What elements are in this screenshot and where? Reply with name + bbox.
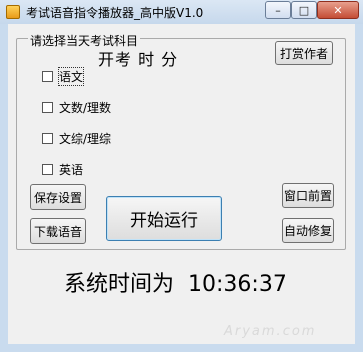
- start-button[interactable]: 开始运行: [106, 196, 222, 241]
- checkbox-label: 文数/理数: [59, 101, 112, 115]
- close-button[interactable]: ✕: [317, 1, 359, 19]
- donate-button[interactable]: 打赏作者: [275, 41, 333, 65]
- exam-time-label: 开考 时 分: [98, 50, 179, 69]
- app-icon: [6, 5, 20, 19]
- checkbox-label: 语文: [57, 67, 85, 86]
- checkbox-label: 英语: [59, 163, 84, 177]
- save-settings-button[interactable]: 保存设置: [30, 184, 86, 210]
- watermark: Aryam.com: [224, 324, 317, 339]
- checkbox-box[interactable]: [42, 164, 53, 175]
- maximize-button[interactable]: □: [291, 1, 317, 19]
- system-time-label: 系统时间为: [64, 272, 175, 297]
- subject-checkbox-math[interactable]: 文数/理数: [42, 99, 111, 116]
- window-title: 考试语音指令播放器_高中版V1.0: [26, 6, 204, 20]
- checkbox-box[interactable]: [42, 102, 53, 113]
- title-bar[interactable]: 考试语音指令播放器_高中版V1.0 – □ ✕: [0, 0, 363, 24]
- auto-repair-button[interactable]: 自动修复: [282, 218, 334, 243]
- download-audio-button[interactable]: 下载语音: [30, 218, 86, 244]
- checkbox-box[interactable]: [42, 71, 53, 82]
- system-time-display: 系统时间为 10:36:37: [64, 266, 287, 298]
- subject-checkbox-chinese[interactable]: 语文: [42, 67, 85, 86]
- subject-checkbox-comprehensive[interactable]: 文综/理综: [42, 130, 111, 147]
- system-time-value: 10:36:37: [188, 272, 287, 297]
- subject-checkbox-english[interactable]: 英语: [42, 161, 83, 178]
- window-front-button[interactable]: 窗口前置: [282, 183, 334, 208]
- checkbox-label: 文综/理综: [59, 132, 112, 146]
- minimize-button[interactable]: –: [265, 1, 291, 19]
- checkbox-box[interactable]: [42, 133, 53, 144]
